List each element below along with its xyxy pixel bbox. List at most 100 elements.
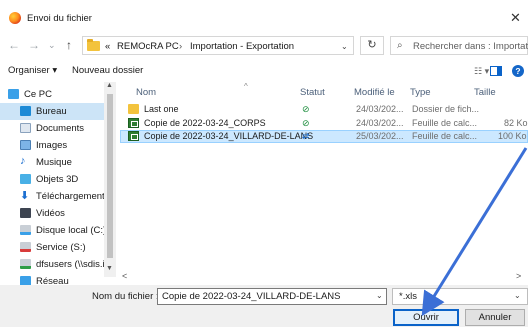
sidebar-item-downloads[interactable]: ⬇ Téléchargements (0, 188, 110, 205)
sidebar-item-label: Disque local (C:) (36, 225, 107, 236)
scrollbar-thumb[interactable] (107, 94, 113, 258)
file-type-filter[interactable]: *.xls (392, 288, 528, 305)
back-arrow-icon[interactable]: ← (8, 38, 20, 52)
command-bar: Organiser ▾ Nouveau dossier ☷ ▾ ? (0, 60, 528, 82)
sync-ok-icon: ⊘ (302, 118, 310, 128)
file-open-dialog: Envoi du fichier ✕ ← → ⌄ ↑ « REMOcRA PC … (0, 0, 528, 327)
navigation-pane: Ce PC Bureau Documents Images ♪ Musique … (0, 82, 118, 285)
sort-caret-icon: ^ (244, 82, 248, 91)
search-placeholder: Rechercher dans : Importati... (413, 41, 528, 52)
chevron-down-icon[interactable]: ⌄ (341, 42, 348, 51)
file-type: Feuille de calc... (412, 131, 478, 141)
chevron-down-icon[interactable]: ⌄ (376, 291, 383, 300)
downloads-icon: ⬇ (20, 190, 30, 202)
column-header-modified[interactable]: Modifié le (354, 87, 395, 98)
spreadsheet-icon (128, 131, 139, 141)
scroll-left-icon[interactable]: < (122, 271, 127, 281)
file-name: Copie de 2022-03-24_VILLARD-DE-LANS (144, 131, 314, 141)
sidebar-item-desktop[interactable]: Bureau (0, 103, 108, 120)
file-size: 82 Ko (504, 118, 528, 128)
column-header-size[interactable]: Taille (474, 87, 496, 98)
sidebar-item-3d-objects[interactable]: Objets 3D (0, 171, 108, 188)
sidebar-item-label: dfsusers (\\sdis.i (36, 259, 105, 270)
open-button[interactable]: Ouvrir (393, 309, 459, 326)
organize-button[interactable]: Organiser ▾ (8, 65, 57, 76)
file-row-selected[interactable]: Copie de 2022-03-24_VILLARD-DE-LANS ⇄ 25… (120, 130, 528, 143)
up-arrow-icon[interactable]: ↑ (66, 38, 72, 52)
column-header-name[interactable]: Nom (136, 87, 156, 98)
music-icon: ♪ (20, 155, 26, 167)
sidebar-item-label: Vidéos (36, 208, 65, 219)
folder-icon (128, 104, 139, 114)
sidebar-scrollbar[interactable]: ▲ ▼ (104, 82, 116, 277)
sidebar-item-label: Bureau (36, 106, 67, 117)
dialog-title: Envoi du fichier (27, 13, 92, 24)
search-icon: ⌕ (397, 40, 403, 51)
sidebar-item-service-drive[interactable]: Service (S:) (0, 239, 108, 256)
scroll-up-icon[interactable]: ▲ (106, 82, 113, 89)
breadcrumb-item-remocra[interactable]: REMOcRA PC (117, 41, 179, 52)
objects3d-icon (20, 174, 31, 184)
file-name: Copie de 2022-03-24_CORPS (144, 118, 266, 128)
sidebar-item-label: Ce PC (24, 89, 52, 100)
sync-ok-icon: ⊘ (302, 104, 310, 114)
refresh-button[interactable]: ↻ (360, 36, 384, 55)
pc-icon (8, 89, 19, 99)
file-modified: 25/03/202... (356, 131, 404, 141)
sidebar-item-label: Images (36, 140, 68, 151)
cancel-button[interactable]: Annuler (465, 309, 525, 326)
help-icon[interactable]: ? (512, 65, 524, 77)
file-row[interactable]: Copie de 2022-03-24_CORPS ⊘ 24/03/202...… (120, 117, 528, 130)
sidebar-item-videos[interactable]: Vidéos (0, 205, 108, 222)
filename-label: Nom du fichier : (92, 291, 159, 302)
file-list-hscrollbar[interactable]: < > (118, 271, 528, 283)
dialog-footer: Nom du fichier : Copie de 2022-03-24_VIL… (0, 285, 528, 327)
sidebar-item-label: Téléchargements (36, 191, 110, 202)
network-icon (20, 276, 31, 285)
file-row[interactable]: Last one ⊘ 24/03/202... Dossier de fich.… (120, 103, 528, 116)
file-modified: 24/03/202... (356, 118, 404, 128)
network-drive-icon (20, 242, 31, 252)
sidebar-item-images[interactable]: Images (0, 137, 108, 154)
firefox-icon (9, 12, 21, 24)
column-header-type[interactable]: Type (410, 87, 431, 98)
sidebar-item-music[interactable]: ♪ Musique (0, 154, 108, 171)
file-size: 100 Ko (498, 131, 527, 141)
search-box[interactable]: ⌕ Rechercher dans : Importati... (390, 36, 528, 55)
sidebar-item-local-disk[interactable]: Disque local (C:) (0, 222, 108, 239)
forward-arrow-icon[interactable]: → (28, 38, 40, 52)
scroll-right-icon[interactable]: > (516, 271, 521, 281)
sidebar-item-dfsusers[interactable]: dfsusers (\\sdis.i (0, 256, 108, 273)
sidebar-item-network[interactable]: Réseau (0, 273, 108, 285)
title-bar: Envoi du fichier ✕ (0, 0, 528, 34)
scroll-down-icon[interactable]: ▼ (106, 265, 113, 272)
recent-locations-icon[interactable]: ⌄ (48, 40, 56, 51)
column-header-status[interactable]: Statut (300, 87, 325, 98)
sidebar-item-label: Documents (36, 123, 85, 134)
sidebar-item-documents[interactable]: Documents (0, 120, 108, 137)
desktop-icon (20, 106, 31, 116)
breadcrumb-overflow[interactable]: « (105, 41, 110, 52)
sidebar-item-label: Musique (36, 157, 72, 168)
filename-input[interactable]: Copie de 2022-03-24_VILLARD-DE-LANS (157, 288, 387, 305)
file-type: Feuille de calc... (412, 118, 478, 128)
file-type: Dossier de fich... (412, 104, 480, 114)
address-bar[interactable]: « REMOcRA PC › Importation - Exportation… (82, 36, 354, 55)
address-row: ← → ⌄ ↑ « REMOcRA PC › Importation - Exp… (0, 34, 528, 56)
images-icon (20, 140, 31, 150)
file-modified: 24/03/202... (356, 104, 404, 114)
new-folder-button[interactable]: Nouveau dossier (72, 65, 143, 76)
drive-icon (20, 225, 31, 235)
sync-pending-icon: ⇄ (302, 131, 310, 141)
sidebar-item-this-pc[interactable]: Ce PC (0, 86, 108, 103)
sidebar-item-label: Service (S:) (36, 242, 86, 253)
preview-pane-icon[interactable] (490, 66, 502, 76)
close-icon[interactable]: ✕ (510, 10, 521, 26)
breadcrumb-separator: › (179, 41, 183, 52)
view-options-icon[interactable]: ☷ ▾ (474, 66, 489, 77)
sidebar-item-label: Réseau (36, 276, 69, 285)
breadcrumb-item-import-export[interactable]: Importation - Exportation (190, 41, 294, 52)
spreadsheet-icon (128, 118, 139, 128)
file-name: Last one (144, 104, 179, 114)
chevron-down-icon[interactable]: ⌄ (514, 291, 521, 300)
